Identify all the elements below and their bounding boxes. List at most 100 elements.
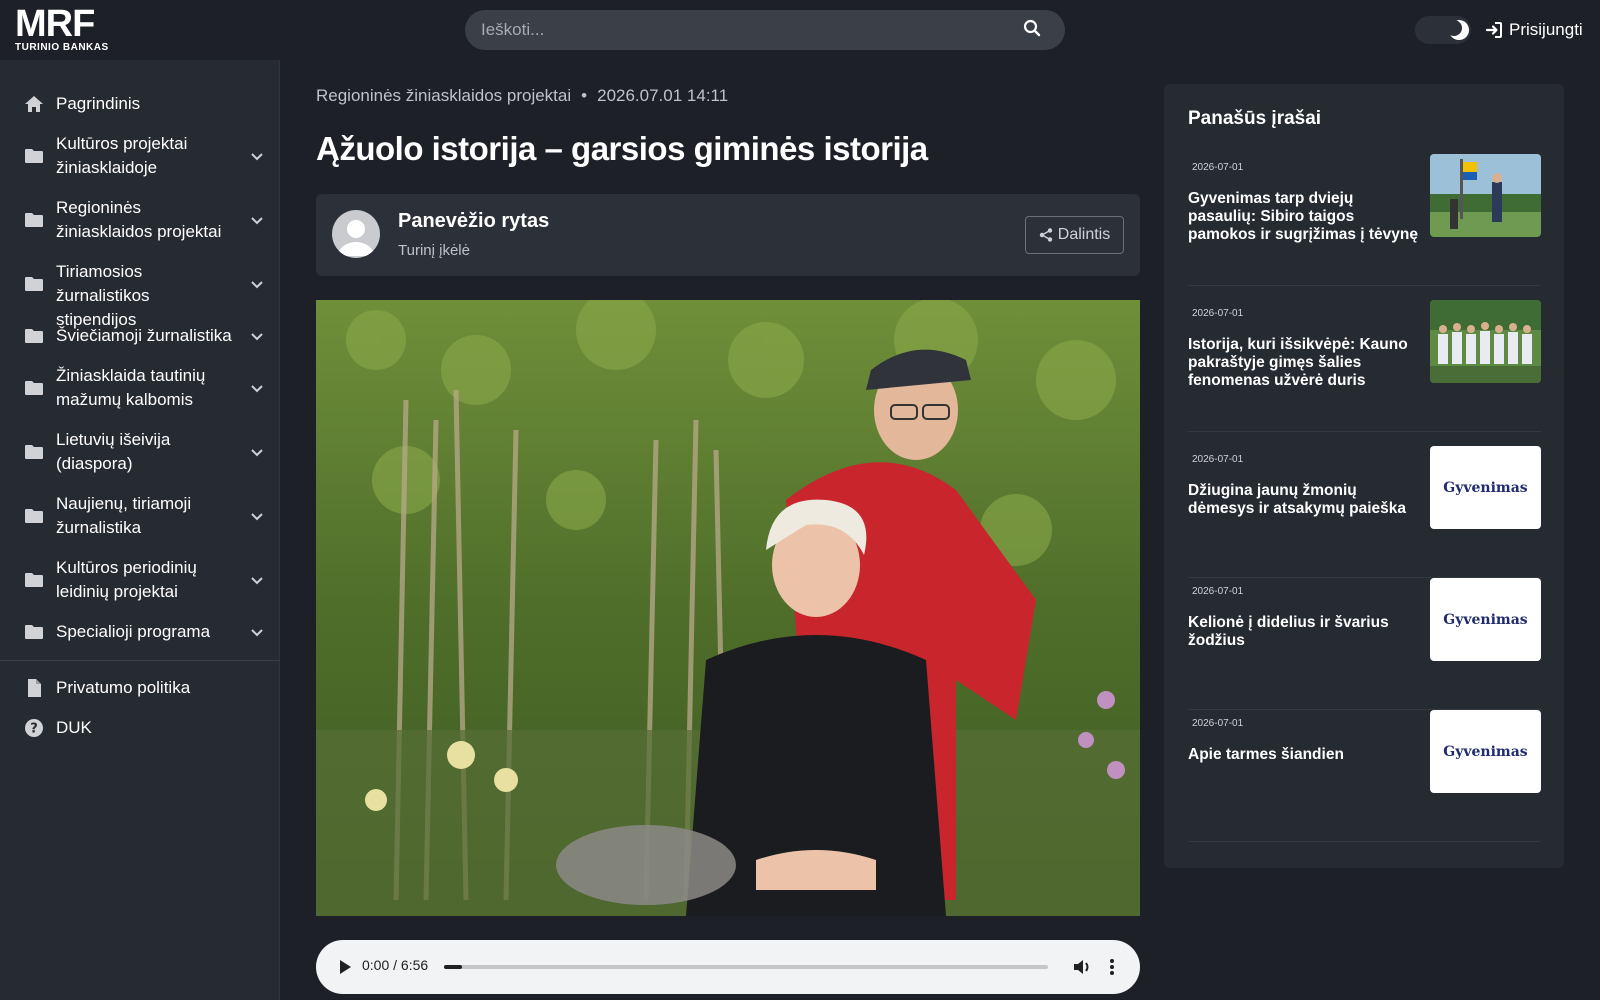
related-item-title[interactable]: Apie tarmes šiandien — [1188, 746, 1418, 764]
related-title: Panašūs įrašai — [1188, 108, 1322, 129]
breadcrumb-datetime: 2026.07.01 14:11 — [597, 86, 729, 105]
sidebar-item-regionines[interactable]: Regioninės žiniasklaidos projektai — [0, 196, 280, 244]
chevron-down-icon[interactable] — [250, 509, 264, 523]
related-item[interactable]: 2026-07-01 Istorija, kuri išsikvėpė: Kau… — [1188, 300, 1541, 432]
related-thumbnail[interactable] — [1430, 154, 1541, 237]
sidebar-item-label: Žiniasklaida tautinių mažumų kalbomis — [56, 366, 206, 409]
sidebar-item-tiriamosios[interactable]: Tiriamosios žurnalistikos stipendijos — [0, 260, 280, 329]
folder-icon — [25, 213, 43, 227]
moon-icon[interactable] — [1447, 18, 1471, 42]
sidebar-item-naujienu[interactable]: Naujienų, tiriamoji žurnalistika — [0, 492, 280, 540]
logo[interactable]: MRF TURINIO BANKAS — [15, 3, 119, 54]
sidebar-item-privacy[interactable]: Privatumo politika — [0, 676, 280, 700]
folder-icon — [25, 149, 43, 163]
related-item-title[interactable]: Gyvenimas tarp dviejų pasaulių: Sibiro t… — [1188, 190, 1418, 244]
related-thumbnail[interactable]: Gyvenimas — [1430, 446, 1541, 529]
related-thumbnail[interactable] — [1430, 300, 1541, 383]
chevron-down-icon[interactable] — [250, 625, 264, 639]
search-icon[interactable] — [1023, 19, 1041, 37]
breadcrumb-separator: • — [581, 86, 588, 105]
sidebar-item-home[interactable]: Pagrindinis — [0, 92, 280, 116]
author-name[interactable]: Panevėžio rytas — [398, 210, 549, 233]
sidebar-item-svieciamoji[interactable]: Šviečiamoji žurnalistika — [0, 324, 280, 348]
article-hero-image — [316, 300, 1140, 916]
play-icon[interactable] — [338, 959, 352, 975]
sidebar-item-faq[interactable]: ? DUK — [0, 716, 280, 740]
share-label: Dalintis — [1057, 226, 1111, 243]
chevron-down-icon[interactable] — [250, 213, 264, 227]
author-subtitle: Turinį įkėlė — [398, 242, 470, 259]
audio-player: 0:00 / 6:56 — [316, 940, 1140, 994]
top-bar: MRF TURINIO BANKAS Prisijungti — [0, 0, 1600, 60]
sidebar-item-label: Kultūros periodinių leidinių projektai — [56, 558, 197, 601]
chevron-down-icon[interactable] — [250, 445, 264, 459]
chevron-down-icon[interactable] — [250, 149, 264, 163]
login-button[interactable]: Prisijungti — [1485, 18, 1583, 42]
question-icon: ? — [25, 719, 43, 737]
folder-icon — [25, 381, 43, 395]
gyvenimas-logo: Gyvenimas — [1443, 479, 1528, 496]
breadcrumb-category[interactable]: Regioninės žiniasklaidos projektai — [316, 86, 571, 106]
article-title: Ąžuolo istorija – garsios giminės istori… — [316, 130, 928, 167]
more-options-icon[interactable] — [1108, 957, 1116, 977]
sidebar: Pagrindinis Kultūros projektai žiniaskla… — [0, 60, 280, 1000]
share-button[interactable]: Dalintis — [1025, 216, 1124, 254]
related-date: 2026-07-01 — [1192, 586, 1244, 597]
sidebar-item-label: Naujienų, tiriamoji žurnalistika — [56, 494, 192, 537]
breadcrumb: Regioninės žiniasklaidos projektai • 202… — [316, 86, 728, 106]
author-card: Panevėžio rytas Turinį įkėlė Dalintis — [316, 194, 1140, 276]
folder-icon — [25, 445, 43, 459]
sidebar-item-label: Privatumo politika — [56, 678, 191, 697]
audio-progress-fill — [444, 965, 463, 969]
audio-progress-track[interactable] — [444, 965, 1048, 969]
logo-main: MRF — [15, 3, 95, 45]
chevron-down-icon[interactable] — [250, 381, 264, 395]
sidebar-item-label: Regioninės žiniasklaidos projektai — [56, 198, 222, 241]
folder-icon — [25, 277, 43, 291]
related-item-title[interactable]: Istorija, kuri išsikvėpė: Kauno pakrašty… — [1188, 336, 1418, 390]
sidebar-divider — [0, 660, 280, 661]
related-item[interactable]: 2026-07-01 Gyvenimas tarp dviejų pasauli… — [1188, 154, 1541, 286]
sidebar-item-label: Lietuvių išeivija (diaspora) — [56, 430, 171, 473]
chevron-down-icon[interactable] — [250, 329, 264, 343]
sidebar-item-periodiniu[interactable]: Kultūros periodinių leidinių projektai — [0, 556, 280, 604]
document-icon — [28, 679, 41, 697]
gyvenimas-logo: Gyvenimas — [1443, 743, 1528, 760]
search-input[interactable] — [481, 10, 1001, 50]
sidebar-item-label: Specialioji programa — [56, 622, 211, 641]
sidebar-item-diaspora[interactable]: Lietuvių išeivija (diaspora) — [0, 428, 280, 476]
chevron-down-icon[interactable] — [250, 277, 264, 291]
share-icon — [1039, 228, 1052, 242]
volume-icon[interactable] — [1072, 957, 1092, 977]
sidebar-item-tautiniu[interactable]: Žiniasklaida tautinių mažumų kalbomis — [0, 364, 280, 412]
search-bar — [465, 10, 1065, 50]
related-item[interactable]: 2026-07-01 Kelionė į didelius ir švarius… — [1188, 578, 1541, 710]
folder-icon — [25, 625, 43, 639]
folder-icon — [25, 573, 43, 587]
related-date: 2026-07-01 — [1192, 308, 1244, 319]
svg-text:?: ? — [30, 722, 38, 737]
chevron-down-icon[interactable] — [250, 573, 264, 587]
sidebar-item-kulturos[interactable]: Kultūros projektai žiniasklaidoje — [0, 132, 280, 180]
sidebar-item-label: DUK — [56, 718, 92, 737]
home-icon — [25, 96, 43, 112]
folder-icon — [25, 329, 43, 343]
sidebar-item-label: Pagrindinis — [56, 94, 141, 113]
related-thumbnail[interactable]: Gyvenimas — [1430, 578, 1541, 661]
sidebar-item-specialioji[interactable]: Specialioji programa — [0, 620, 280, 644]
related-date: 2026-07-01 — [1192, 718, 1244, 729]
related-item-title[interactable]: Kelionė į didelius ir švarius žodžius — [1188, 614, 1418, 650]
logo-sub: TURINIO BANKAS — [15, 42, 109, 53]
avatar — [332, 210, 380, 258]
related-item[interactable]: 2026-07-01 Apie tarmes šiandien Gyvenima… — [1188, 710, 1541, 842]
gyvenimas-logo: Gyvenimas — [1443, 611, 1528, 628]
login-label: Prisijungti — [1509, 20, 1583, 39]
related-date: 2026-07-01 — [1192, 162, 1244, 173]
user-icon — [338, 220, 374, 256]
sidebar-item-label: Kultūros projektai žiniasklaidoje — [56, 134, 188, 177]
related-posts-panel: Panašūs įrašai 2026-07-01 Gyvenimas tarp… — [1164, 84, 1564, 868]
related-item-title[interactable]: Džiugina jaunų žmonių dėmesys ir atsakym… — [1188, 482, 1418, 518]
related-date: 2026-07-01 — [1192, 454, 1244, 465]
related-thumbnail[interactable]: Gyvenimas — [1430, 710, 1541, 793]
related-item[interactable]: 2026-07-01 Džiugina jaunų žmonių dėmesys… — [1188, 446, 1541, 578]
